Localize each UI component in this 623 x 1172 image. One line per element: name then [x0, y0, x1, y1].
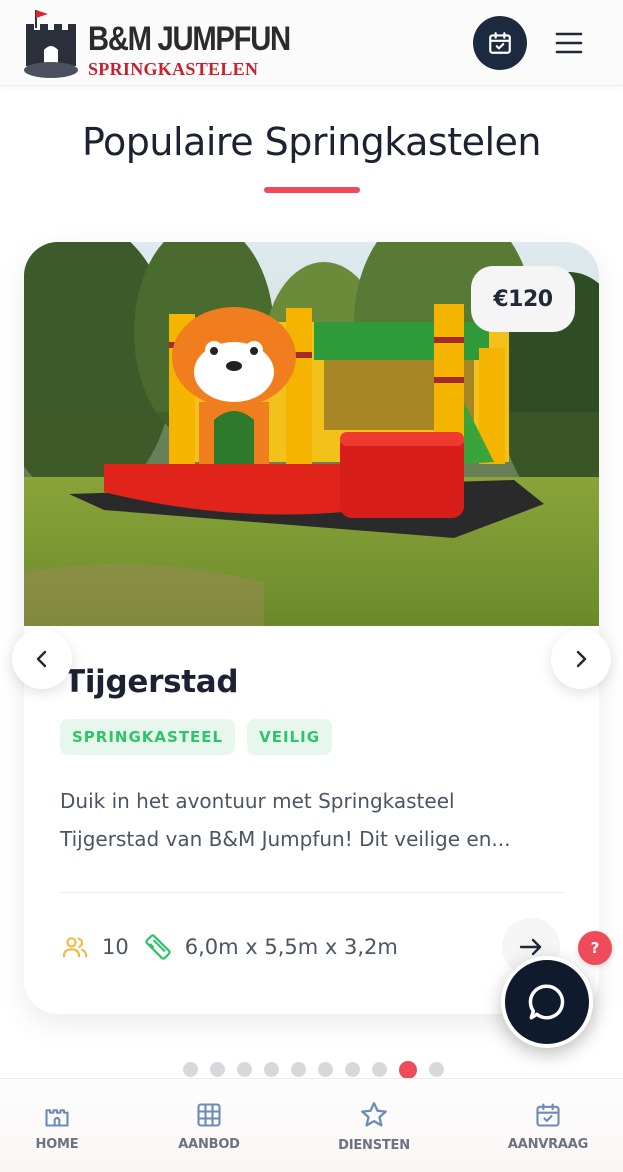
product-meta: 10 6,0m x 5,5m x 3,2m: [60, 930, 412, 964]
product-card[interactable]: €120 Tijgerstad SPRINGKASTEEL VEILIG Dui…: [24, 242, 599, 1014]
carousel-dot[interactable]: [210, 1062, 225, 1077]
capacity-info: 10: [60, 933, 129, 961]
nav-aanvraag[interactable]: AANVRAAG: [488, 1079, 608, 1172]
grid-icon: [197, 1102, 221, 1127]
star-icon: [361, 1101, 387, 1126]
product-description: Duik in het avontuur met Springkasteel T…: [60, 789, 511, 851]
carousel-prev-button[interactable]: [12, 629, 72, 689]
chevron-right-icon: [576, 650, 587, 668]
chevron-left-icon: [36, 650, 47, 668]
nav-home-label: HOME: [35, 1136, 79, 1152]
card-divider: [60, 892, 565, 893]
tag-springkasteel: SPRINGKASTEEL: [60, 719, 236, 755]
castle-icon: [45, 1108, 69, 1127]
nav-diensten-label: DIENSTEN: [338, 1137, 410, 1153]
title-underline: [264, 187, 360, 193]
nav-aanbod[interactable]: AANBOD: [149, 1079, 269, 1172]
carousel-dot[interactable]: [264, 1062, 279, 1077]
logo-title: B&M JUMPFUN: [88, 20, 291, 58]
carousel-dot-active[interactable]: [399, 1060, 417, 1079]
calendar-check-icon: [489, 32, 511, 54]
product-title[interactable]: Tijgerstad: [64, 664, 239, 700]
brand-logo[interactable]: B&M JUMPFUN SPRINGKASTELEN: [22, 6, 291, 80]
price-badge: €120: [471, 266, 575, 332]
carousel-dot[interactable]: [429, 1062, 444, 1077]
carousel-dot[interactable]: [237, 1062, 252, 1077]
calendar-button[interactable]: [473, 16, 527, 70]
dimensions-value: 6,0m x 5,5m x 3,2m: [184, 935, 398, 959]
logo-subtitle: SPRINGKASTELEN: [88, 59, 259, 79]
carousel-dots: [183, 1060, 444, 1079]
dimensions-info: 6,0m x 5,5m x 3,2m: [143, 932, 398, 962]
carousel-dot[interactable]: [372, 1062, 387, 1077]
arrow-right-icon: [519, 938, 542, 956]
carousel-dot[interactable]: [345, 1062, 360, 1077]
nav-aanvraag-label: AANVRAAG: [507, 1136, 589, 1152]
carousel-dot[interactable]: [318, 1062, 333, 1077]
nav-diensten[interactable]: DIENSTEN: [314, 1079, 434, 1172]
nav-home[interactable]: HOME: [0, 1079, 117, 1172]
bottom-navigation: HOME AANBOD DIENSTEN AANVRAAG: [0, 1078, 623, 1172]
calendar-check-icon: [536, 1102, 560, 1127]
tag-list: SPRINGKASTEEL VEILIG: [60, 719, 333, 755]
menu-button[interactable]: [551, 25, 587, 61]
capacity-value: 10: [102, 935, 129, 959]
carousel-dot[interactable]: [183, 1062, 198, 1077]
ruler-icon: [145, 934, 171, 960]
section-title: Populaire Springkastelen: [81, 120, 542, 164]
help-badge[interactable]: ?: [578, 931, 612, 965]
app-header: B&M JUMPFUN SPRINGKASTELEN: [0, 0, 623, 86]
carousel-next-button[interactable]: [551, 629, 611, 689]
chat-bubble-icon: [528, 984, 565, 1020]
chat-button[interactable]: [501, 956, 593, 1048]
carousel-dot[interactable]: [291, 1062, 306, 1077]
castle-logo-icon: [24, 10, 78, 78]
users-icon: [62, 937, 88, 958]
hamburger-menu-icon: [555, 32, 583, 54]
nav-aanbod-label: AANBOD: [178, 1136, 240, 1152]
tag-veilig: VEILIG: [247, 719, 333, 755]
